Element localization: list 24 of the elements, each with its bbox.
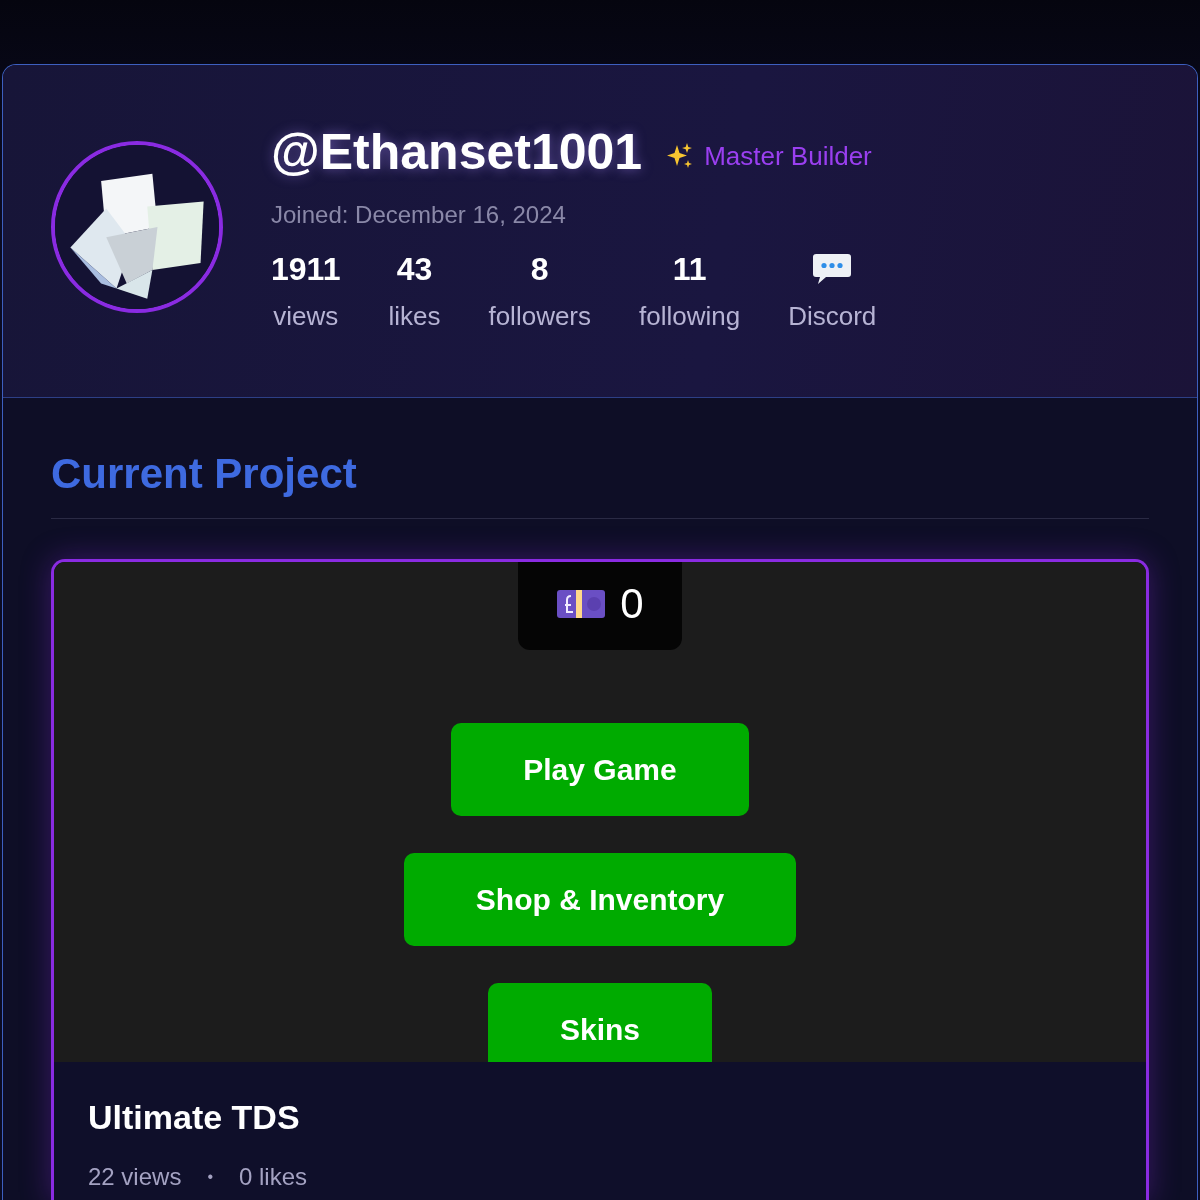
- username: @Ethanset1001: [271, 123, 643, 181]
- stat-label: following: [639, 301, 741, 332]
- game-menu-button[interactable]: Play Game: [451, 723, 749, 816]
- rank-title: Master Builder: [704, 140, 872, 172]
- stat-value: 11: [672, 251, 707, 287]
- separator-dot: •: [207, 1168, 213, 1186]
- like-count: 0 likes: [239, 1163, 307, 1191]
- project-title: Ultimate TDS: [88, 1098, 301, 1137]
- stat-label: likes: [388, 301, 441, 332]
- currency-amount: 0: [620, 580, 644, 628]
- stat-value: 1911: [271, 251, 341, 287]
- section-title: Current Project: [51, 450, 1149, 519]
- discord-link[interactable]: Discord: [788, 301, 877, 332]
- join-date: Joined: December 16, 2024: [271, 201, 567, 229]
- stat-value: 43: [396, 251, 433, 287]
- project-card[interactable]: 0 Play Game Shop & Inventory Skins Ultimate TDS 22 views • 0 likes: [51, 559, 1149, 1200]
- stat-value: 8: [530, 251, 549, 287]
- game-menu-button[interactable]: Shop & Inventory: [403, 853, 797, 946]
- view-count: 22 views: [88, 1163, 182, 1191]
- banknote-icon: [556, 588, 607, 620]
- game-menu-button[interactable]: Skins: [487, 983, 712, 1062]
- speech-bubble-icon[interactable]: [812, 251, 853, 287]
- stat-label: views: [273, 301, 339, 332]
- stat-label: followers: [488, 301, 592, 332]
